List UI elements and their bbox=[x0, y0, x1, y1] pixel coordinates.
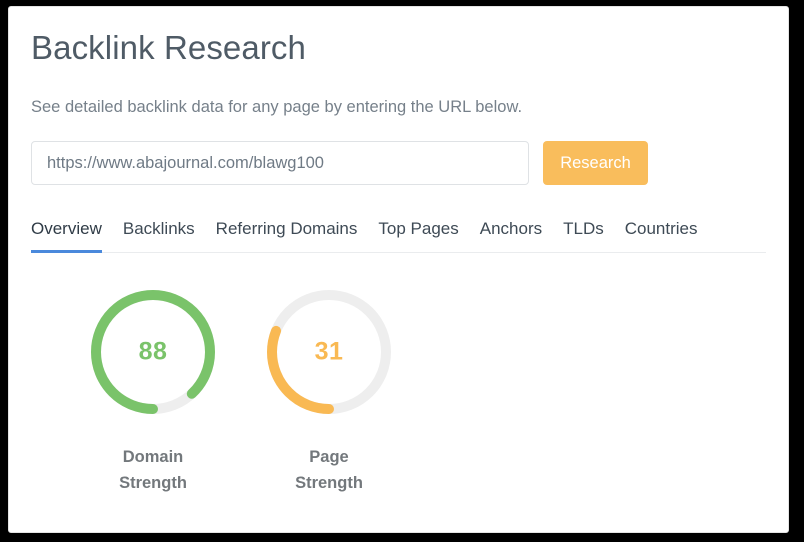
page-subtitle: See detailed backlink data for any page … bbox=[31, 97, 523, 116]
metrics-row: 88 Domain Strength 31 Page Strength bbox=[31, 287, 766, 496]
metric-domain-strength: 88 Domain Strength bbox=[65, 287, 241, 496]
metric-label-line1: Domain bbox=[122, 448, 184, 467]
url-input[interactable] bbox=[31, 141, 529, 186]
tab-countries[interactable]: Countries bbox=[625, 220, 698, 253]
domain-strength-label: Domain Strength bbox=[93, 445, 213, 496]
backlink-research-card: Backlink Research See detailed backlink … bbox=[8, 6, 789, 533]
metric-label-line1: Page bbox=[309, 448, 349, 467]
tab-anchors[interactable]: Anchors bbox=[480, 220, 542, 253]
tab-top-pages[interactable]: Top Pages bbox=[378, 220, 458, 253]
page-strength-value: 31 bbox=[314, 337, 344, 366]
page-title: Backlink Research bbox=[31, 29, 306, 66]
window-frame: Backlink Research See detailed backlink … bbox=[0, 0, 804, 542]
tab-bar: Overview Backlinks Referring Domains Top… bbox=[31, 220, 766, 254]
metric-page-strength: 31 Page Strength bbox=[241, 287, 417, 496]
domain-strength-gauge-icon: 88 bbox=[88, 287, 218, 417]
page-strength-gauge-icon: 31 bbox=[264, 287, 394, 417]
tab-referring-domains[interactable]: Referring Domains bbox=[216, 220, 358, 253]
domain-strength-value: 88 bbox=[138, 337, 168, 366]
metric-label-line2: Strength bbox=[295, 473, 363, 492]
research-button[interactable]: Research bbox=[543, 141, 648, 186]
card-content: Backlink Research See detailed backlink … bbox=[9, 7, 788, 496]
page-strength-label: Page Strength bbox=[269, 445, 389, 496]
metric-label-line2: Strength bbox=[119, 473, 187, 492]
tab-backlinks[interactable]: Backlinks bbox=[123, 220, 195, 253]
tab-overview[interactable]: Overview bbox=[31, 220, 102, 254]
tab-tlds[interactable]: TLDs bbox=[563, 220, 604, 253]
url-search-row: Research bbox=[31, 141, 766, 186]
